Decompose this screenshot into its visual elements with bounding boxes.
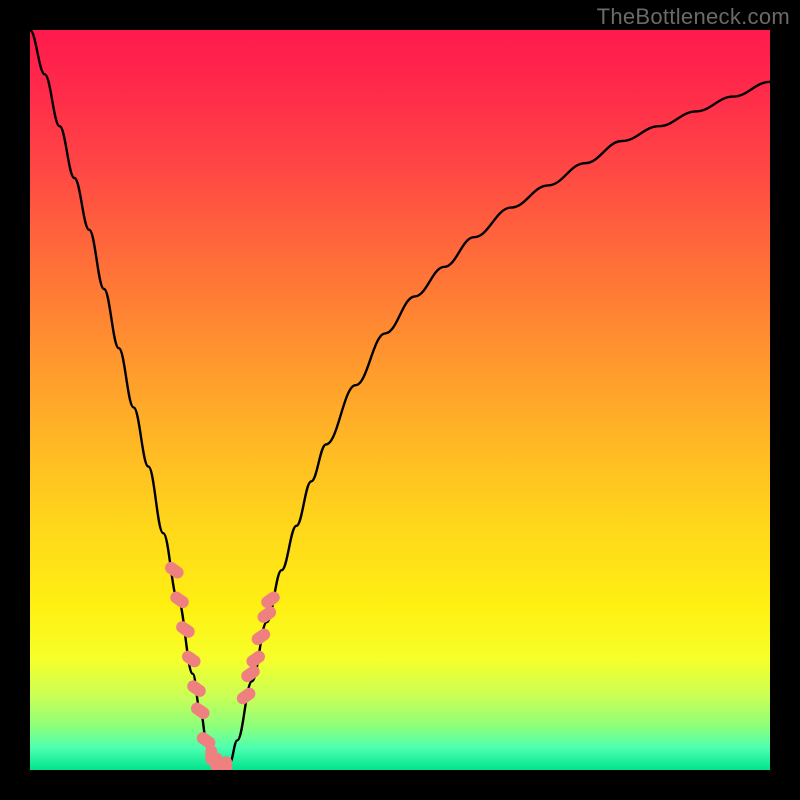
curve-marker (220, 756, 232, 770)
plot-area (30, 30, 770, 770)
chart-svg (30, 30, 770, 770)
curve-marker (168, 589, 191, 610)
chart-stage: TheBottleneck.com (0, 0, 800, 800)
curve-marker (180, 648, 203, 669)
curve-markers (163, 560, 282, 770)
curve-marker (189, 700, 212, 721)
bottleneck-curve (30, 30, 770, 770)
watermark-text: TheBottleneck.com (597, 4, 790, 30)
curve-marker (163, 560, 186, 581)
